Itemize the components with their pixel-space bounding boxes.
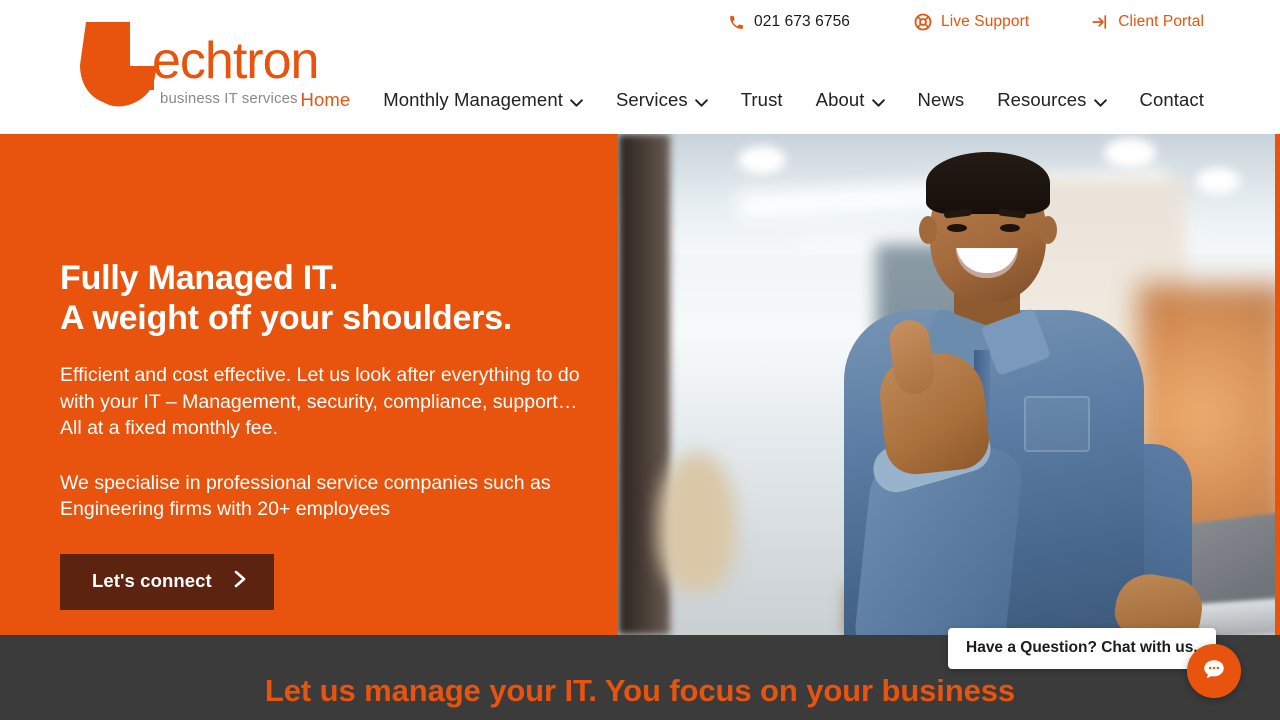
page-root: echtron business IT services techtron bu… — [0, 0, 1280, 720]
nav-item-monthly-management[interactable]: Monthly Management — [383, 88, 583, 112]
nav-item-home[interactable]: Home — [301, 89, 351, 111]
hero-paragraph-1: Efficient and cost effective. Let us loo… — [60, 364, 580, 439]
lets-connect-label: Let's connect — [92, 570, 212, 591]
lifebuoy-icon — [914, 13, 932, 31]
chat-prompt-tooltip[interactable]: Have a Question? Chat with us. — [948, 628, 1216, 669]
nav-item-resources[interactable]: Resources — [997, 88, 1107, 112]
chevron-right-icon — [234, 570, 246, 593]
hero-image-panel — [618, 134, 1280, 635]
nav-item-about[interactable]: About — [816, 88, 885, 112]
hero-title: Fully Managed IT. A weight off your shou… — [60, 258, 600, 338]
live-support-label: Live Support — [941, 13, 1030, 30]
hero-paragraph-2: We specialise in professional service co… — [60, 471, 551, 521]
utility-bar: 021 673 6756 Live Support Client Portal — [728, 13, 1204, 31]
nav-item-news[interactable]: News — [918, 89, 965, 111]
nav-item-services[interactable]: Services — [616, 88, 708, 112]
lets-connect-button[interactable]: Let's connect — [60, 553, 274, 610]
chat-bubble-icon — [1201, 657, 1227, 686]
phone-link[interactable]: 021 673 6756 — [728, 13, 850, 31]
chevron-down-icon — [570, 90, 583, 112]
chevron-down-icon — [1093, 90, 1107, 112]
svg-text:echtron: echtron — [152, 32, 318, 90]
nav-label: Monthly Management — [383, 89, 563, 110]
main-navigation: Home Monthly Management Services Trust A… — [301, 88, 1205, 112]
nav-label: Services — [615, 89, 688, 110]
hero-title-line-1: Fully Managed IT. — [60, 259, 339, 297]
hero-photo-subject — [786, 144, 1207, 635]
phone-icon — [728, 14, 745, 31]
nav-label: About — [815, 89, 865, 110]
live-support-link[interactable]: Live Support — [914, 13, 1029, 31]
client-portal-label: Client Portal — [1118, 13, 1204, 30]
chevron-down-icon — [694, 90, 708, 112]
nav-label: Contact — [1139, 89, 1204, 110]
nav-label: News — [917, 89, 965, 110]
hero-title-line-2: A weight off your shoulders. — [60, 299, 513, 337]
intro-heading: Let us manage your IT. You focus on your… — [264, 673, 1016, 708]
nav-label: Trust — [740, 89, 783, 110]
hero-photo — [618, 134, 1280, 635]
chat-launcher-button[interactable] — [1187, 644, 1241, 698]
client-portal-link[interactable]: Client Portal — [1091, 13, 1204, 31]
site-header: echtron business IT services techtron bu… — [0, 0, 1280, 134]
chevron-down-icon — [871, 90, 885, 112]
nav-item-contact[interactable]: Contact — [1140, 89, 1204, 111]
nav-label: Resources — [997, 89, 1087, 110]
nav-item-trust[interactable]: Trust — [741, 89, 783, 111]
svg-text:business IT services: business IT services — [160, 90, 298, 107]
hero-banner: Fully Managed IT. A weight off your shou… — [0, 134, 1280, 635]
nav-label: Home — [300, 89, 351, 110]
sign-in-arrow-icon — [1091, 13, 1109, 31]
phone-number: 021 673 6756 — [754, 13, 851, 30]
hero-copy: Fully Managed IT. A weight off your shou… — [60, 258, 600, 610]
